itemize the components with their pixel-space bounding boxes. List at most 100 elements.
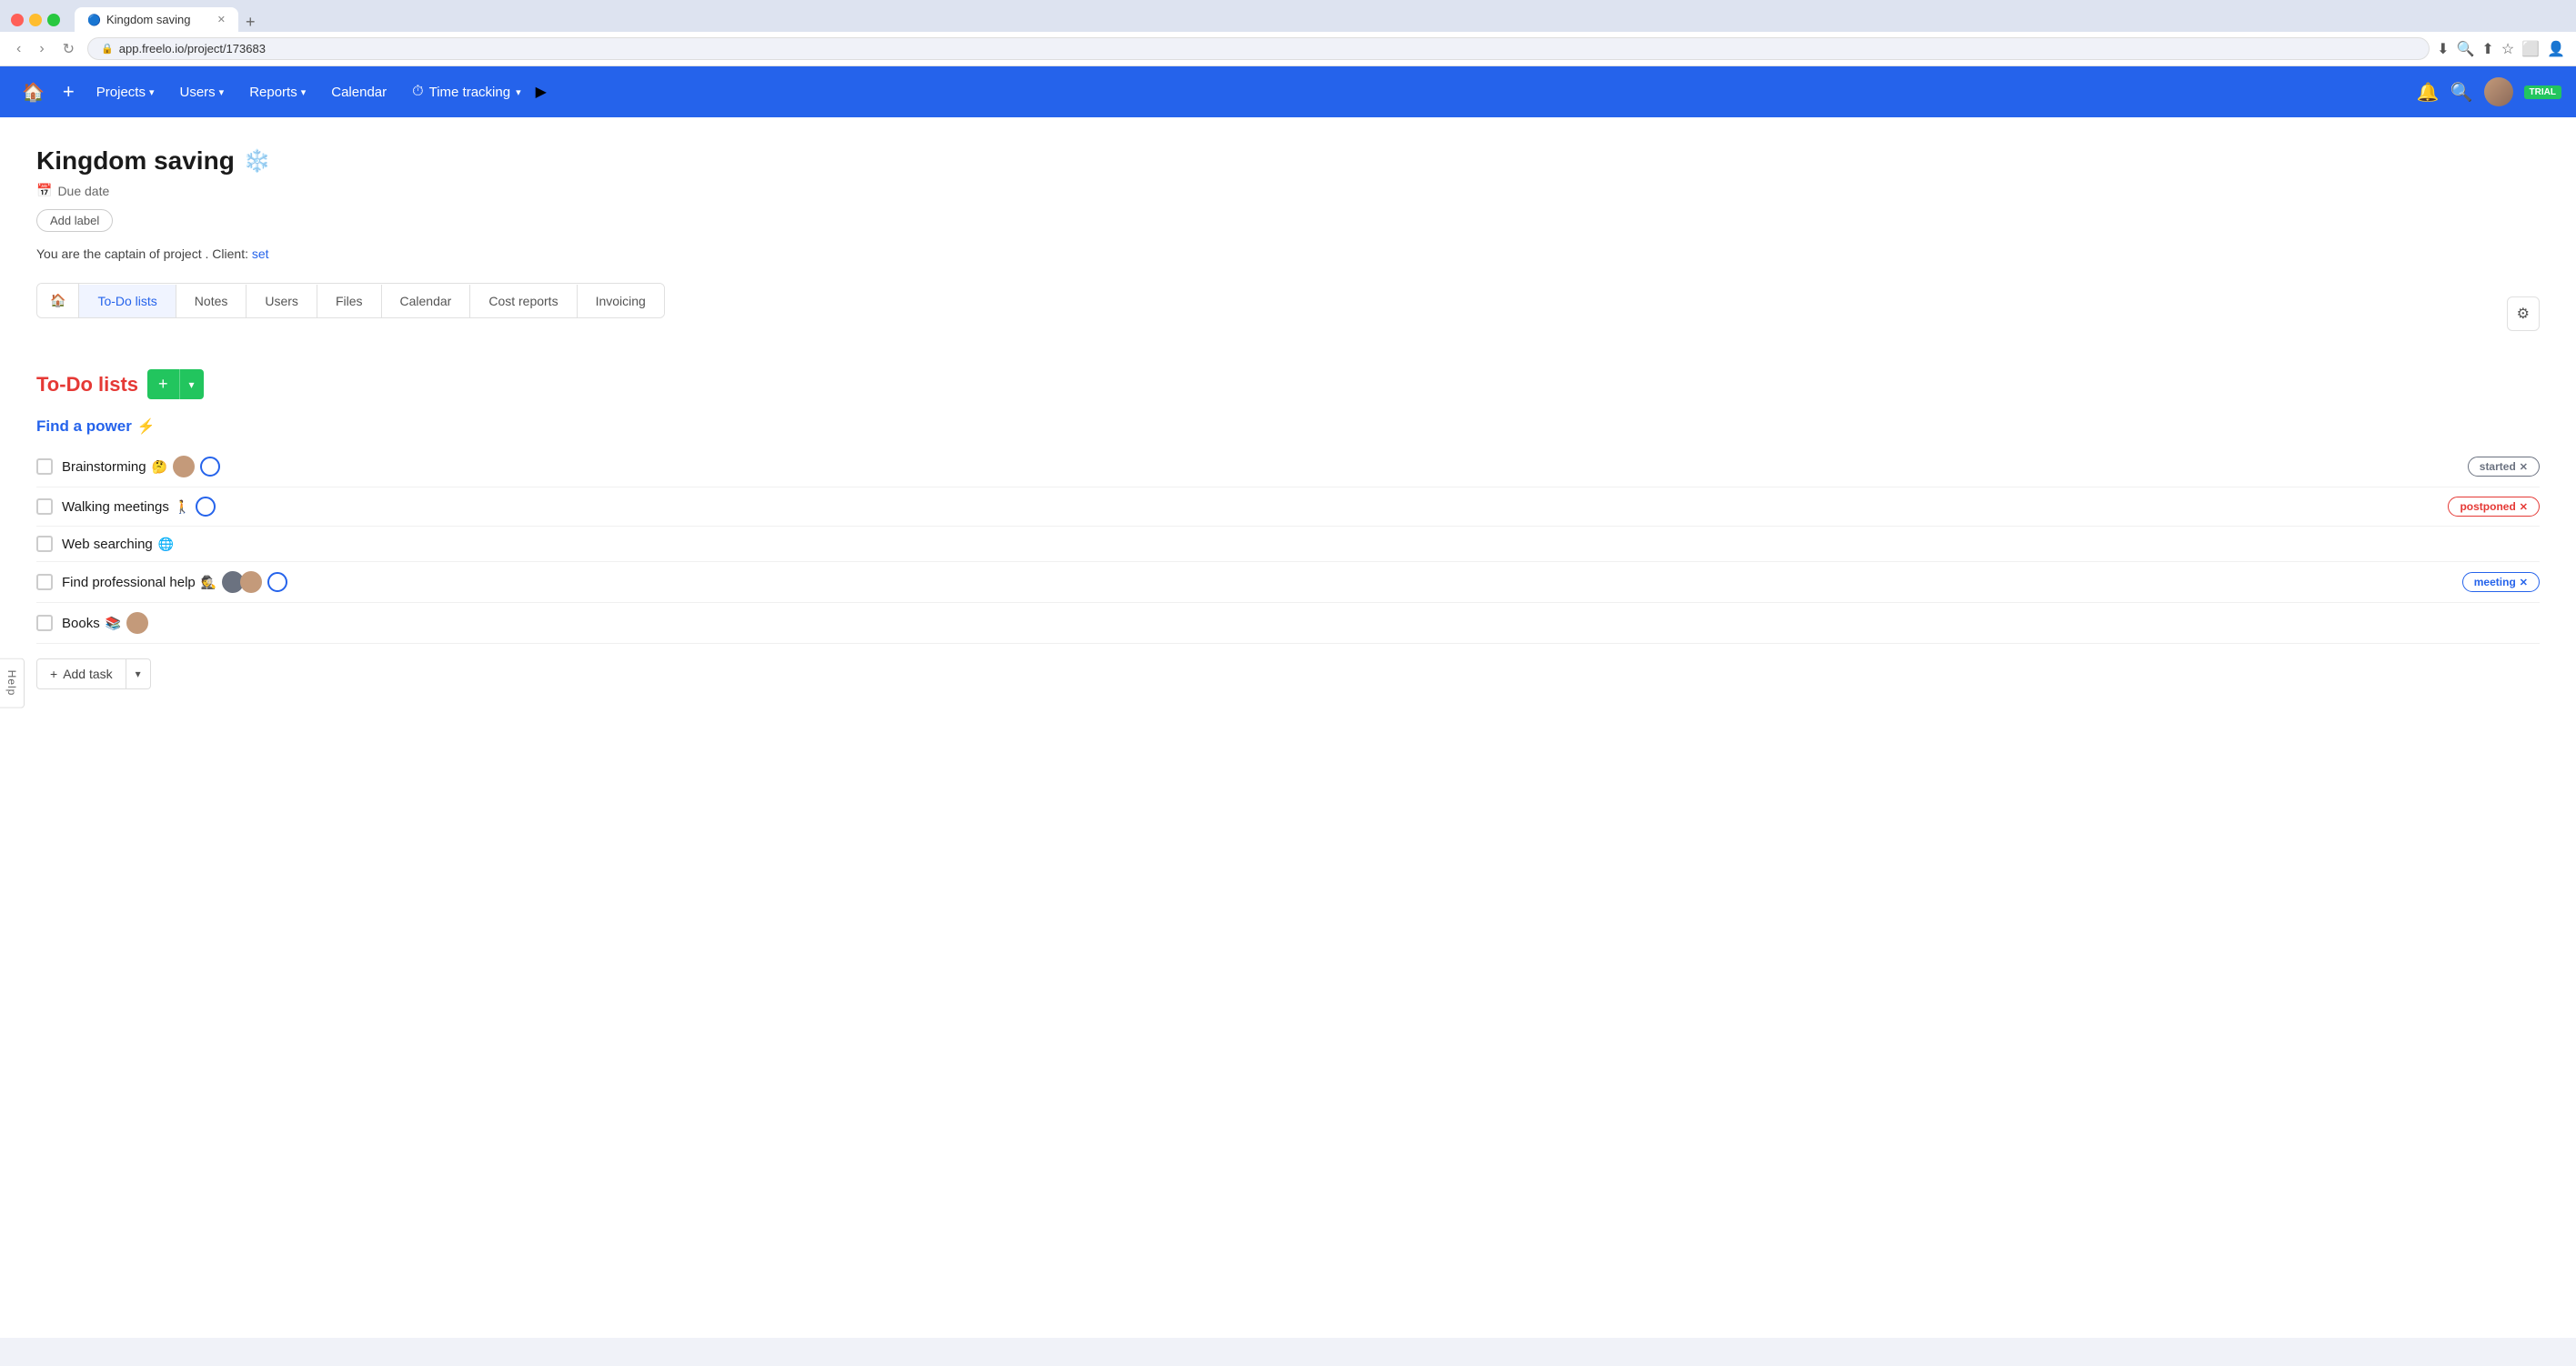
user-avatar[interactable]: [2484, 77, 2513, 106]
status-badge[interactable]: meeting✕: [2462, 572, 2540, 592]
task-badge-container: postponed✕: [2448, 498, 2540, 515]
notifications-icon[interactable]: 🔔: [2417, 81, 2440, 104]
nav-time-tracking[interactable]: ⏱ Time tracking ▾: [401, 76, 531, 107]
back-button[interactable]: ‹: [11, 39, 26, 59]
task-avatar: [240, 571, 262, 593]
tab-calendar[interactable]: Calendar: [382, 285, 471, 317]
tab-close-button[interactable]: ✕: [217, 14, 226, 25]
nav-projects[interactable]: Projects ▾: [86, 77, 166, 107]
nav-calendar[interactable]: Calendar: [320, 77, 397, 107]
task-name: Walking meetings 🚶: [62, 497, 2439, 517]
nav-reports-label: Reports: [249, 85, 297, 100]
profile-icon[interactable]: 👤: [2547, 40, 2565, 58]
nav-calendar-label: Calendar: [331, 85, 387, 100]
todo-header: To-Do lists + ▾: [36, 369, 2540, 399]
status-badge[interactable]: postponed✕: [2448, 497, 2540, 517]
nav-users-label: Users: [179, 85, 215, 100]
todo-dropdown-button[interactable]: ▾: [179, 369, 204, 399]
tab-files[interactable]: Files: [317, 285, 382, 317]
task-avatars: [173, 456, 195, 477]
help-sidebar[interactable]: Help: [0, 658, 25, 708]
add-todo-group: + ▾: [147, 369, 204, 399]
badge-remove-icon[interactable]: ✕: [2520, 502, 2528, 513]
add-task-row: + Add task ▾: [36, 658, 2540, 689]
maximize-button[interactable]: [47, 14, 60, 26]
traffic-lights: [11, 14, 60, 26]
task-assign-circle[interactable]: [267, 572, 287, 592]
task-badge-container: meeting✕: [2462, 574, 2540, 590]
task-checkbox[interactable]: [36, 615, 53, 631]
address-bar-row: ‹ › ↻ 🔒 app.freelo.io/project/173683 ⬇ 🔍…: [0, 32, 2576, 66]
add-todo-button[interactable]: +: [147, 369, 179, 399]
tab-invoicing[interactable]: Invoicing: [578, 285, 664, 317]
add-task-group: + Add task ▾: [36, 658, 151, 689]
task-avatars: [222, 571, 262, 593]
nav-actions: 🔔 🔍 TRIAL: [2417, 77, 2561, 106]
play-button[interactable]: ▶: [536, 83, 547, 101]
task-row: Walking meetings 🚶 postponed✕: [36, 487, 2540, 527]
task-list: Brainstorming 🤔 started✕ Walking meeting…: [36, 447, 2540, 644]
task-emoji: 🤔: [152, 459, 167, 475]
split-view-icon[interactable]: ⬜: [2521, 40, 2540, 58]
browser-actions: ⬇ 🔍 ⬆ ☆ ⬜ 👤: [2437, 40, 2565, 58]
todo-title: To-Do lists: [36, 373, 138, 397]
time-tracking-chevron-icon: ▾: [516, 86, 521, 98]
task-emoji: 🕵️: [201, 575, 216, 590]
task-avatars: [126, 612, 148, 634]
minimize-button[interactable]: [29, 14, 42, 26]
browser-tab[interactable]: 🔵 Kingdom saving ✕: [75, 7, 238, 32]
task-row: Find professional help 🕵️ meeting✕: [36, 562, 2540, 603]
close-button[interactable]: [11, 14, 24, 26]
captain-text: You are the captain of project . Client:…: [36, 246, 2540, 261]
status-badge[interactable]: started✕: [2468, 457, 2540, 477]
project-emoji: ❄️: [244, 148, 271, 175]
settings-icon: ⚙: [2517, 306, 2530, 322]
task-row: Books 📚: [36, 603, 2540, 644]
task-name: Web searching 🌐: [62, 537, 2540, 552]
tab-title: Kingdom saving: [106, 13, 191, 26]
task-avatar: [126, 612, 148, 634]
tab-todo-lists[interactable]: To-Do lists: [79, 285, 176, 317]
share-icon[interactable]: ⬆: [2481, 40, 2493, 58]
task-assign-circle[interactable]: [196, 497, 216, 517]
nav-reports[interactable]: Reports ▾: [238, 77, 317, 107]
tab-icon: 🔵: [87, 14, 101, 26]
task-checkbox[interactable]: [36, 574, 53, 590]
home-nav-button[interactable]: 🏠: [15, 74, 52, 111]
refresh-button[interactable]: ↻: [57, 38, 80, 60]
bookmark-icon[interactable]: ☆: [2501, 40, 2514, 58]
add-task-dropdown-button[interactable]: ▾: [126, 658, 151, 689]
tab-home[interactable]: 🏠: [37, 284, 79, 317]
create-button[interactable]: +: [55, 73, 82, 111]
lock-icon: 🔒: [101, 43, 114, 55]
task-checkbox[interactable]: [36, 458, 53, 475]
search-icon[interactable]: 🔍: [2450, 81, 2473, 104]
list-title-text: Find a power: [36, 417, 132, 436]
address-bar[interactable]: 🔒 app.freelo.io/project/173683: [87, 37, 2430, 60]
due-date-label: Due date: [57, 184, 109, 198]
project-settings-button[interactable]: ⚙: [2507, 296, 2540, 331]
client-link[interactable]: set: [252, 246, 269, 261]
task-checkbox[interactable]: [36, 498, 53, 515]
task-row: Brainstorming 🤔 started✕: [36, 447, 2540, 487]
forward-button[interactable]: ›: [34, 39, 49, 59]
add-task-button[interactable]: + Add task: [36, 658, 126, 689]
tab-users[interactable]: Users: [247, 285, 317, 317]
badge-remove-icon[interactable]: ✕: [2520, 462, 2528, 473]
users-chevron-icon: ▾: [219, 86, 225, 98]
task-name: Find professional help 🕵️: [62, 571, 2453, 593]
add-label-button[interactable]: Add label: [36, 209, 113, 232]
zoom-icon[interactable]: 🔍: [2456, 40, 2474, 58]
tab-cost-reports[interactable]: Cost reports: [470, 285, 577, 317]
download-icon[interactable]: ⬇: [2437, 40, 2449, 58]
task-assign-circle[interactable]: [200, 457, 220, 477]
badge-remove-icon[interactable]: ✕: [2520, 578, 2528, 588]
project-title-row: Kingdom saving ❄️: [36, 146, 2540, 176]
reports-chevron-icon: ▾: [301, 86, 307, 98]
task-checkbox[interactable]: [36, 536, 53, 552]
tab-notes[interactable]: Notes: [176, 285, 247, 317]
nav-users[interactable]: Users ▾: [168, 77, 235, 107]
url-text: app.freelo.io/project/173683: [119, 42, 266, 55]
new-tab-button[interactable]: +: [238, 13, 263, 32]
projects-chevron-icon: ▾: [149, 86, 155, 98]
